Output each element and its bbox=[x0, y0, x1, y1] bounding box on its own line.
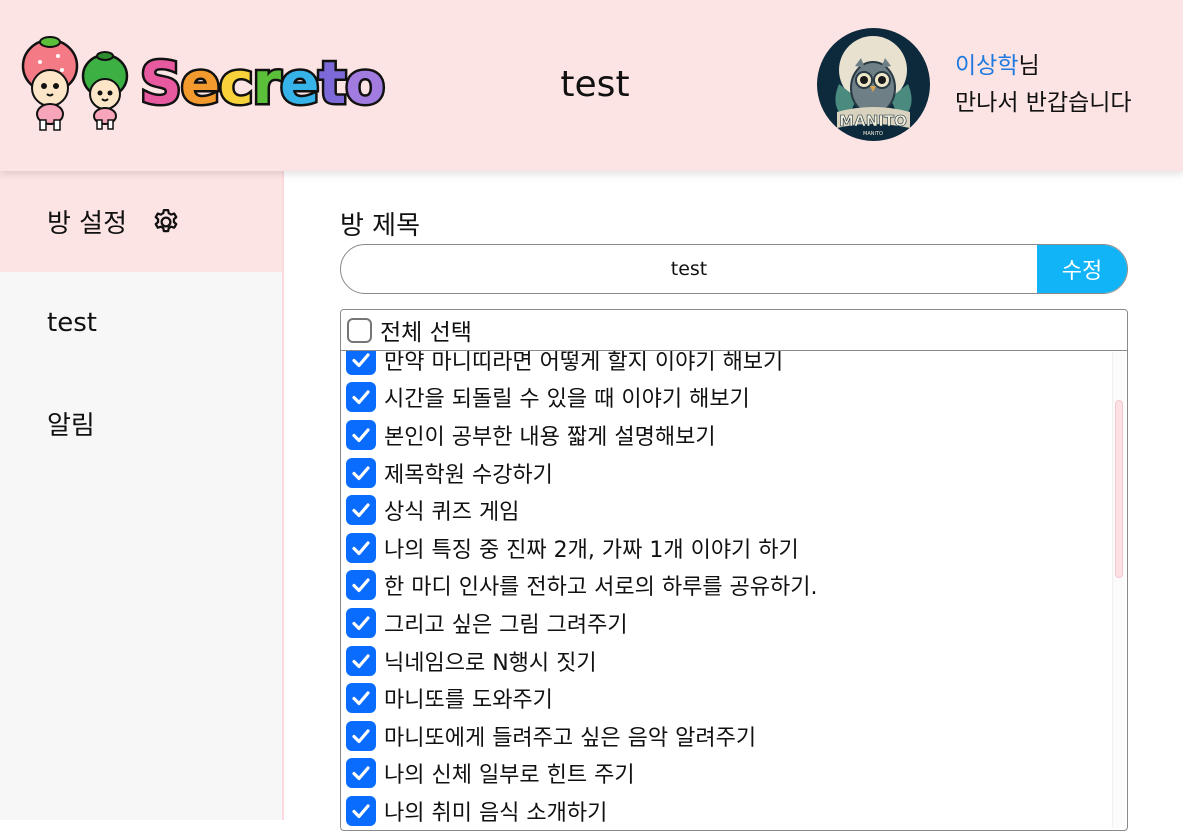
mission-label: 그리고 싶은 그림 그려주기 bbox=[384, 612, 628, 638]
select-all-checkbox[interactable] bbox=[347, 317, 372, 343]
strawberry-mascots-icon bbox=[21, 36, 129, 131]
mission-checkbox[interactable] bbox=[346, 532, 376, 563]
checkmark-icon bbox=[352, 353, 370, 367]
sidebar-item-label: 방 설정 bbox=[47, 209, 128, 239]
mission-label: 나의 특징 중 진짜 2개, 가짜 1개 이야기 하기 bbox=[384, 537, 799, 563]
owl-avatar-icon: MANITO MANITO bbox=[835, 36, 912, 137]
room-title: test bbox=[560, 64, 630, 105]
mission-item[interactable]: 나의 특징 중 진짜 2개, 가짜 1개 이야기 하기 bbox=[341, 529, 1111, 567]
sidebar-item-room-settings[interactable]: 방 설정 bbox=[0, 171, 282, 272]
sidebar-item-notifications[interactable]: 알림 bbox=[0, 373, 282, 474]
svg-text:MANITO: MANITO bbox=[863, 131, 883, 137]
sidebar-item-label: test bbox=[47, 307, 97, 338]
mission-label: 본인이 공부한 내용 짧게 설명해보기 bbox=[384, 424, 716, 450]
checkmark-icon bbox=[352, 541, 370, 555]
mission-item[interactable]: 제목학원 수강하기 bbox=[341, 454, 1111, 492]
mission-checkbox[interactable] bbox=[346, 457, 376, 488]
mission-checkbox[interactable] bbox=[346, 683, 376, 714]
checkmark-icon bbox=[352, 804, 370, 819]
mission-checkbox[interactable] bbox=[346, 419, 376, 450]
mission-label: 시간을 되돌릴 수 있을 때 이야기 해보기 bbox=[384, 387, 750, 413]
checkmark-icon bbox=[352, 428, 370, 443]
checkmark-icon bbox=[352, 691, 370, 706]
sidebar-item-test[interactable]: test bbox=[0, 272, 282, 373]
mission-checkbox[interactable] bbox=[346, 758, 376, 789]
sidebar: 방 설정 test 알림 bbox=[0, 171, 284, 820]
mission-checkbox[interactable] bbox=[346, 495, 376, 526]
edit-button[interactable]: 수정 bbox=[1037, 245, 1127, 293]
checkmark-icon bbox=[352, 653, 370, 668]
select-all-row[interactable]: 전체 선택 bbox=[341, 310, 1127, 351]
mission-item[interactable]: 나의 취미 음식 소개하기 bbox=[341, 792, 1111, 830]
mission-label: 닉네임으로 N행시 짓기 bbox=[384, 650, 597, 676]
mission-list: 만약 마니띠라면 어떻게 할지 이야기 해보기 시간을 되돌릴 수 있을 때 이야… bbox=[341, 341, 1111, 830]
checkmark-icon bbox=[352, 578, 370, 593]
secreto-logo[interactable]: Secreto bbox=[20, 36, 388, 136]
user-greeting: 이상학님 만나서 반갑습니다 bbox=[955, 48, 1132, 122]
checkmark-icon bbox=[352, 729, 370, 743]
mission-checkbox[interactable] bbox=[346, 570, 376, 601]
mission-item[interactable]: 한 마디 인사를 전하고 서로의 하루를 공유하기. bbox=[341, 567, 1111, 605]
select-all-label: 전체 선택 bbox=[380, 320, 472, 346]
mission-checkbox[interactable] bbox=[346, 607, 376, 638]
mission-item[interactable]: 나의 신체 일부로 힌트 주기 bbox=[341, 755, 1111, 793]
room-title-input[interactable] bbox=[341, 245, 1037, 293]
sidebar-item-label: 알림 bbox=[47, 411, 95, 441]
mission-checkbox[interactable] bbox=[346, 645, 376, 676]
mission-item[interactable]: 그리고 싶은 그림 그려주기 bbox=[341, 604, 1111, 642]
mission-item[interactable]: 상식 퀴즈 게임 bbox=[341, 491, 1111, 529]
mission-label: 한 마디 인사를 전하고 서로의 하루를 공유하기. bbox=[384, 575, 818, 601]
mission-checkbox[interactable] bbox=[346, 382, 376, 413]
user-suffix: 님 bbox=[1018, 53, 1040, 79]
mission-list-box: 전체 선택 만약 마니띠라면 어떻게 할지 이야기 해보기 시간을 되돌릴 수 있… bbox=[340, 309, 1128, 831]
greeting-text: 만나서 반갑습니다 bbox=[955, 90, 1132, 116]
mission-checkbox[interactable] bbox=[346, 720, 376, 751]
mission-item[interactable]: 시간을 되돌릴 수 있을 때 이야기 해보기 bbox=[341, 379, 1111, 417]
mission-label: 제목학원 수강하기 bbox=[384, 462, 553, 488]
mission-item[interactable]: 본인이 공부한 내용 짧게 설명해보기 bbox=[341, 416, 1111, 454]
checkmark-icon bbox=[352, 616, 370, 631]
checkmark-icon bbox=[352, 390, 370, 405]
logo-wordmark: Secreto bbox=[138, 47, 388, 120]
room-title-field: 수정 bbox=[340, 244, 1128, 294]
avatar-caption: MANITO bbox=[839, 112, 907, 130]
app-header: Secreto test MANITO MANITO 이상학님 만나서 반갑습니… bbox=[0, 0, 1183, 171]
avatar[interactable]: MANITO MANITO bbox=[817, 28, 930, 141]
mission-checkbox[interactable] bbox=[346, 795, 376, 826]
user-name[interactable]: 이상학 bbox=[955, 53, 1018, 79]
room-settings-panel: 방 제목 수정 전체 선택 만약 마니띠라면 어떻게 할지 이야기 해보기시간을… bbox=[340, 171, 1130, 831]
gear-icon bbox=[154, 208, 178, 232]
scrollbar[interactable] bbox=[1112, 352, 1125, 828]
checkmark-icon bbox=[352, 503, 370, 518]
mission-label: 마니또를 도와주기 bbox=[384, 688, 553, 714]
checkmark-icon bbox=[352, 766, 370, 781]
room-title-label: 방 제목 bbox=[340, 211, 421, 241]
mission-label: 나의 신체 일부로 힌트 주기 bbox=[384, 763, 635, 789]
mission-item[interactable]: 마니또를 도와주기 bbox=[341, 679, 1111, 717]
mission-item[interactable]: 마니또에게 들려주고 싶은 음악 알려주기 bbox=[341, 717, 1111, 755]
mission-label: 나의 취미 음식 소개하기 bbox=[384, 800, 608, 826]
mission-label: 상식 퀴즈 게임 bbox=[384, 500, 520, 526]
mission-item[interactable]: 닉네임으로 N행시 짓기 bbox=[341, 642, 1111, 680]
checkmark-icon bbox=[352, 465, 370, 480]
mission-label: 마니또에게 들려주고 싶은 음악 알려주기 bbox=[384, 725, 757, 751]
scrollbar-thumb[interactable] bbox=[1115, 400, 1123, 578]
